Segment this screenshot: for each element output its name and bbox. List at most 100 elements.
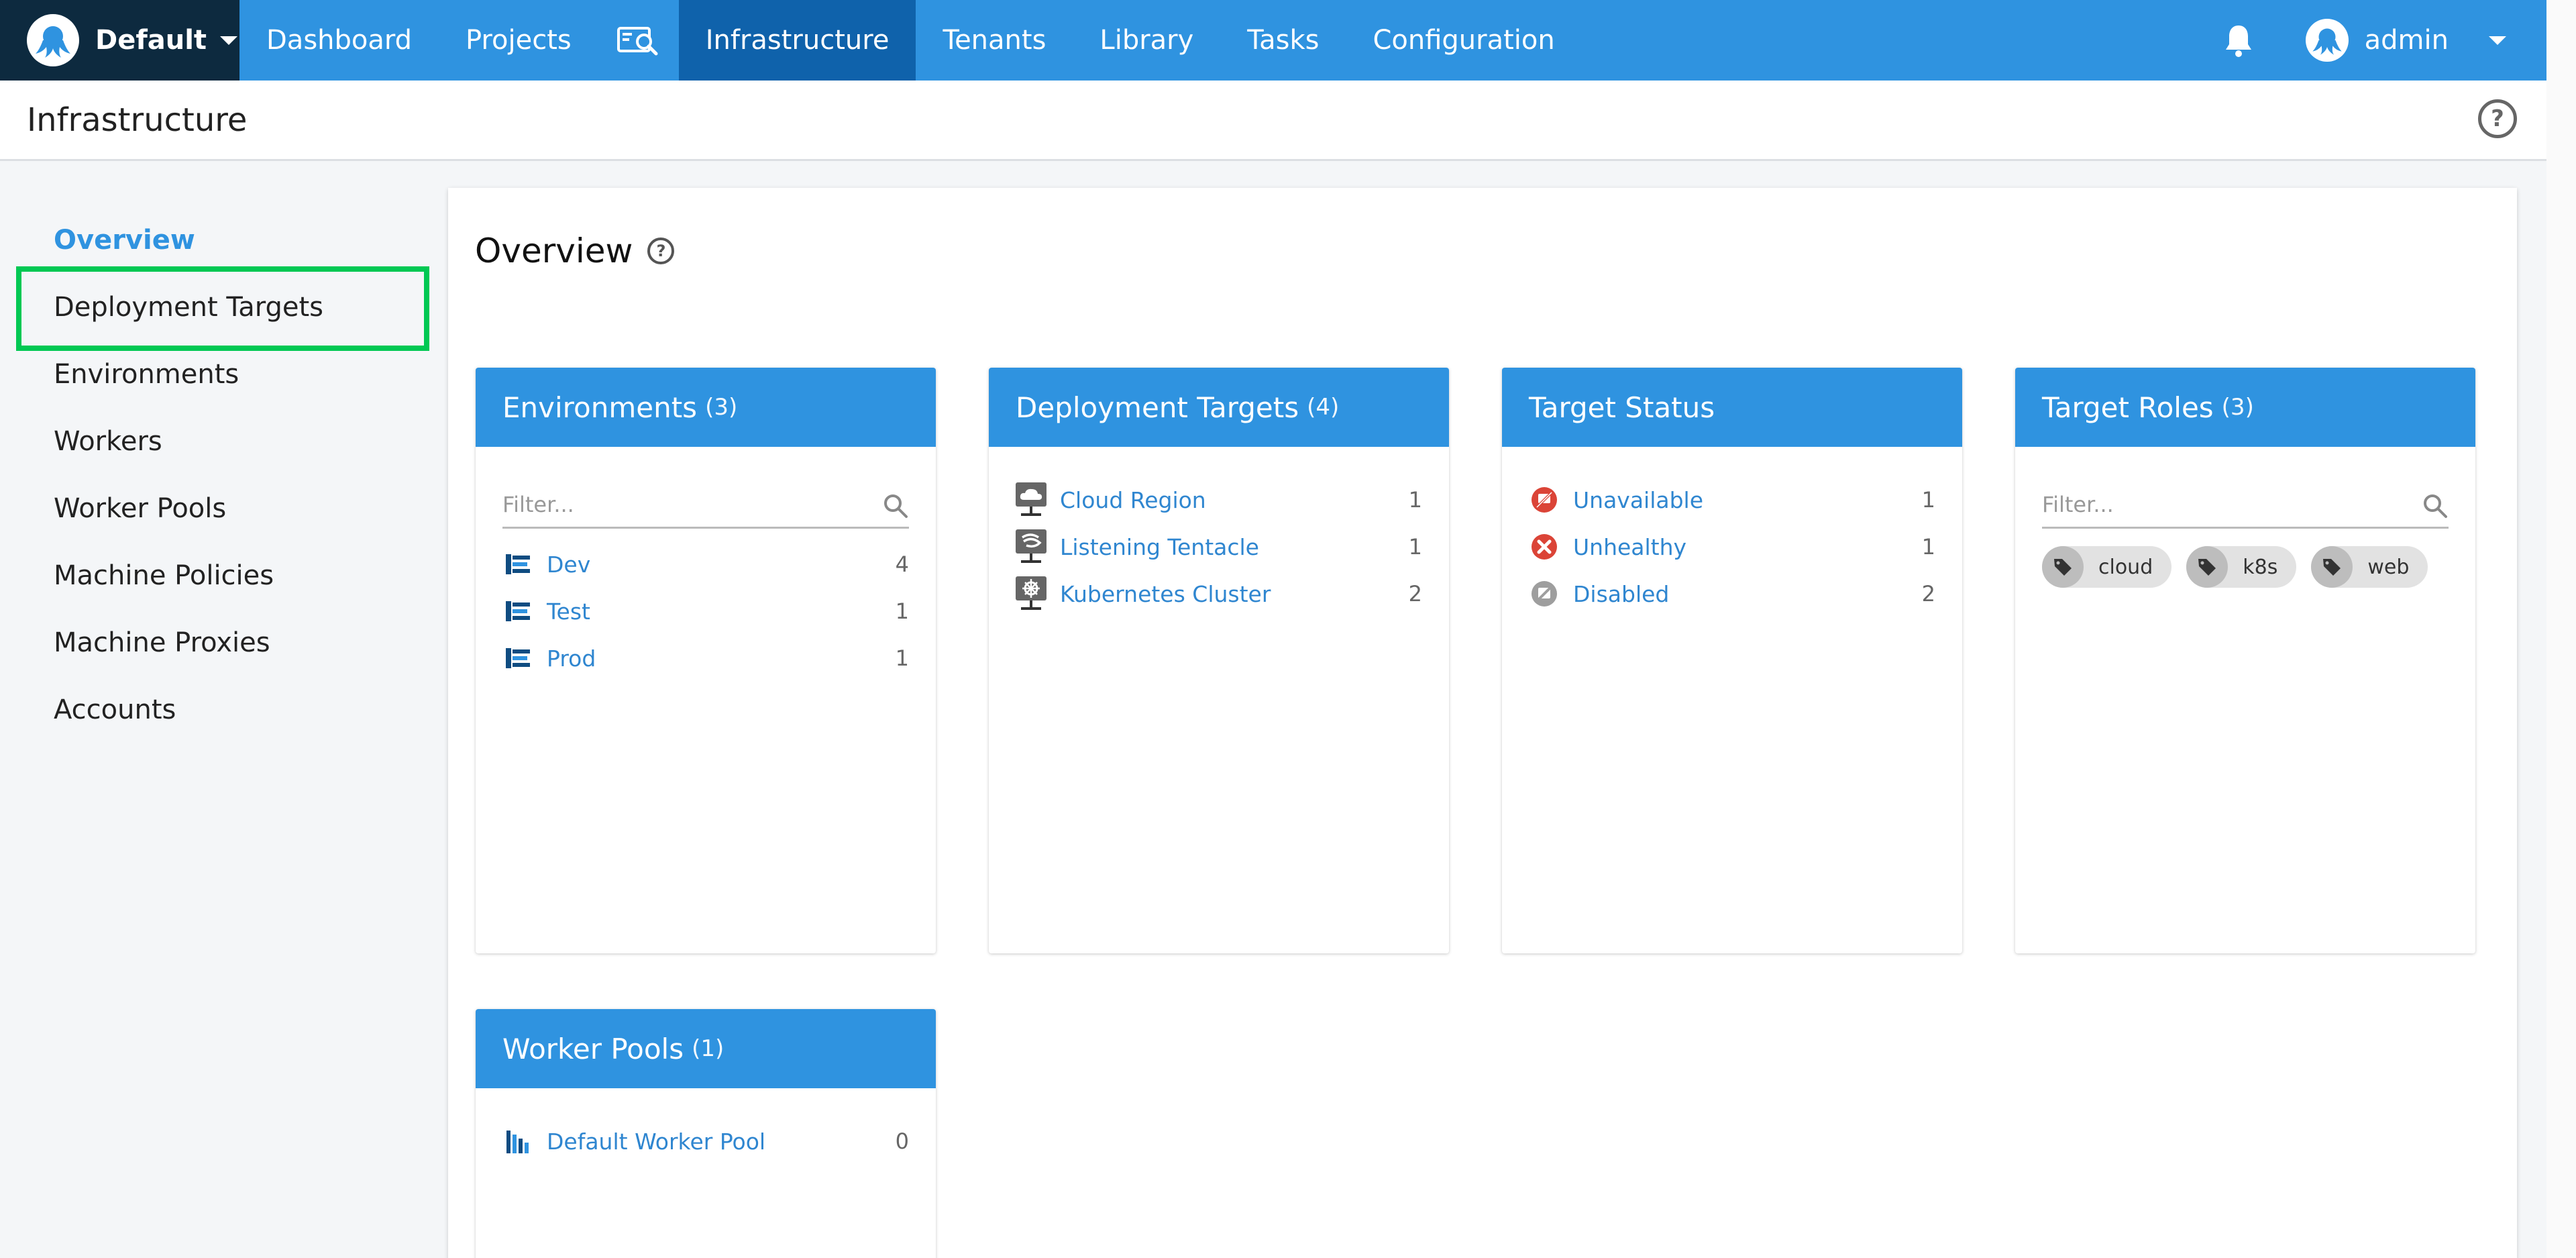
user-name: admin xyxy=(2364,25,2449,56)
deployment-targets-card: Deployment Targets (4) Cloud Region 1 Li… xyxy=(989,368,1449,953)
environment-count: 1 xyxy=(895,598,909,624)
target-roles-card-header: Target Roles (3) xyxy=(2015,368,2475,447)
space-name: Default xyxy=(95,25,207,56)
worker-pool-count: 0 xyxy=(895,1129,909,1154)
worker-pools-card-header: Worker Pools (1) xyxy=(476,1009,936,1088)
overview-heading: Overview xyxy=(475,231,633,270)
sidebar-item-environments[interactable]: Environments xyxy=(54,359,239,390)
card-count: (3) xyxy=(705,394,738,421)
card-title: Target Status xyxy=(1529,390,1715,424)
status-link[interactable]: Disabled xyxy=(1573,581,1669,607)
deployment-target-link[interactable]: Kubernetes Cluster xyxy=(1060,581,1271,607)
status-count: 2 xyxy=(1921,581,1935,607)
target-roles-filter xyxy=(2042,488,2449,529)
card-title: Worker Pools xyxy=(502,1032,684,1065)
list-item[interactable]: Cloud Region 1 xyxy=(1016,476,1422,523)
help-icon[interactable]: ? xyxy=(2478,99,2517,138)
chevron-down-icon xyxy=(2489,36,2506,45)
search-icon[interactable] xyxy=(2422,492,2449,519)
nav-configuration[interactable]: Configuration xyxy=(1346,0,1581,81)
environment-link[interactable]: Test xyxy=(547,598,590,625)
role-tags: cloud k8s web xyxy=(2042,546,2449,588)
target-roles-filter-input[interactable] xyxy=(2042,491,2449,524)
card-title: Environments xyxy=(502,390,698,424)
deployment-target-count: 1 xyxy=(1408,487,1422,513)
list-item[interactable]: Dev 4 xyxy=(502,541,909,588)
environment-icon xyxy=(502,596,533,627)
worker-pools-card: Worker Pools (1) Default Worker Pool 0 xyxy=(476,1009,936,1258)
deployment-target-count: 1 xyxy=(1408,534,1422,560)
status-link[interactable]: Unhealthy xyxy=(1573,534,1686,560)
environments-filter xyxy=(502,488,909,529)
sidebar-item-machine-proxies[interactable]: Machine Proxies xyxy=(54,627,270,658)
overview-title: Overview ? xyxy=(475,231,675,270)
tag-icon xyxy=(2186,546,2229,588)
nav-library[interactable]: Library xyxy=(1073,0,1220,81)
nav-infrastructure[interactable]: Infrastructure xyxy=(678,0,916,81)
search-machines-icon xyxy=(616,27,658,56)
window-edge xyxy=(2546,0,2576,1258)
bell-icon[interactable] xyxy=(2198,0,2279,81)
role-tag-k8s[interactable]: k8s xyxy=(2186,546,2297,588)
search-icon[interactable] xyxy=(882,492,909,519)
area-title-bar: Infrastructure ? xyxy=(0,81,2546,161)
nav-dashboard[interactable]: Dashboard xyxy=(239,0,439,81)
nav-projects[interactable]: Projects xyxy=(439,0,598,81)
deployment-target-link[interactable]: Cloud Region xyxy=(1060,487,1206,513)
octopus-logo-icon xyxy=(27,14,79,66)
tag-icon xyxy=(2311,546,2353,588)
status-count: 1 xyxy=(1921,534,1935,560)
environments-filter-input[interactable] xyxy=(502,491,909,524)
list-item[interactable]: Listening Tentacle 1 xyxy=(1016,523,1422,570)
list-item[interactable]: Unhealthy 1 xyxy=(1529,523,1935,570)
card-title: Target Roles xyxy=(2042,390,2214,424)
target-status-card: Target Status Unavailable 1 Unhealthy 1 xyxy=(1502,368,1962,953)
role-tag-label: k8s xyxy=(2243,555,2278,579)
status-link[interactable]: Unavailable xyxy=(1573,487,1703,513)
disabled-icon xyxy=(1529,578,1560,609)
environment-count: 1 xyxy=(895,645,909,671)
top-navigation: Default Dashboard Projects Infrastructur… xyxy=(0,0,2546,81)
unhealthy-icon xyxy=(1529,531,1560,562)
sidebar-item-worker-pools[interactable]: Worker Pools xyxy=(54,493,226,524)
tag-icon xyxy=(2042,546,2084,588)
nav-tasks[interactable]: Tasks xyxy=(1220,0,1346,81)
nav-tenants[interactable]: Tenants xyxy=(916,0,1073,81)
environment-icon xyxy=(502,549,533,580)
help-icon[interactable]: ? xyxy=(647,238,675,264)
deployment-targets-card-header: Deployment Targets (4) xyxy=(989,368,1449,447)
avatar xyxy=(2305,19,2349,62)
environment-icon xyxy=(502,643,533,674)
list-item[interactable]: Disabled 2 xyxy=(1529,570,1935,617)
unavailable-icon xyxy=(1529,484,1560,515)
environment-count: 4 xyxy=(895,552,909,577)
cloud-region-icon xyxy=(1016,482,1046,516)
sidebar-item-accounts[interactable]: Accounts xyxy=(54,694,176,725)
sidebar-item-overview[interactable]: Overview xyxy=(54,225,195,256)
sidebar-item-deployment-targets[interactable]: Deployment Targets xyxy=(54,292,323,323)
sidebar-item-machine-policies[interactable]: Machine Policies xyxy=(54,560,274,591)
list-item[interactable]: Default Worker Pool 0 xyxy=(502,1118,909,1165)
environment-link[interactable]: Dev xyxy=(547,552,590,578)
role-tag-web[interactable]: web xyxy=(2311,546,2428,588)
list-item[interactable]: Prod 1 xyxy=(502,635,909,682)
deployment-target-link[interactable]: Listening Tentacle xyxy=(1060,534,1259,560)
role-tag-cloud[interactable]: cloud xyxy=(2042,546,2172,588)
nav-right: admin xyxy=(2198,0,2546,81)
worker-pool-link[interactable]: Default Worker Pool xyxy=(547,1129,765,1155)
target-status-card-header: Target Status xyxy=(1502,368,1962,447)
chevron-down-icon xyxy=(220,36,238,45)
space-switcher[interactable]: Default xyxy=(0,0,239,81)
environments-card-header: Environments (3) xyxy=(476,368,936,447)
list-item[interactable]: Test 1 xyxy=(502,588,909,635)
target-roles-card: Target Roles (3) cloud xyxy=(2015,368,2475,953)
list-item[interactable]: Kubernetes Cluster 2 xyxy=(1016,570,1422,617)
nav-search-icon[interactable] xyxy=(612,0,665,81)
sidebar-item-workers[interactable]: Workers xyxy=(54,426,162,457)
card-title: Deployment Targets xyxy=(1016,390,1299,424)
list-item[interactable]: Unavailable 1 xyxy=(1529,476,1935,523)
environment-link[interactable]: Prod xyxy=(547,645,596,672)
overview-panel: Overview ? Environments (3) Dev xyxy=(448,188,2517,1258)
user-menu[interactable]: admin xyxy=(2279,0,2546,81)
role-tag-label: web xyxy=(2367,555,2410,579)
